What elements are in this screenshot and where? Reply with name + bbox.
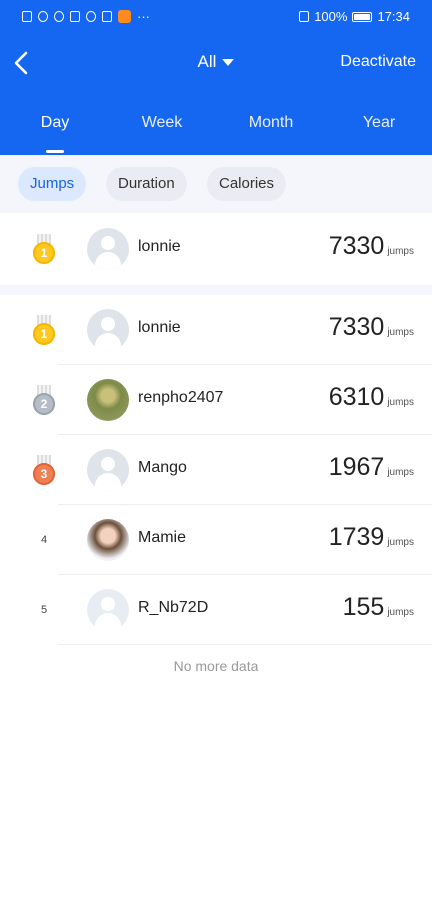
score-value: 1967 bbox=[328, 453, 385, 481]
usb-icon bbox=[70, 11, 80, 22]
rank-cell: 5 bbox=[30, 595, 58, 627]
rank-cell: 3 bbox=[30, 455, 58, 487]
avatar bbox=[87, 589, 129, 631]
link-icon bbox=[54, 11, 64, 22]
section-separator bbox=[0, 285, 432, 295]
gallery-icon bbox=[102, 11, 112, 22]
status-bar: ··· 100% 17:34 bbox=[0, 0, 432, 34]
table-row[interactable]: 3 Mango 1967 jumps bbox=[0, 435, 432, 505]
user-name: renpho2407 bbox=[138, 389, 224, 406]
score-value: 7330 bbox=[328, 232, 385, 260]
score-unit: jumps bbox=[387, 246, 414, 257]
user-name: Mamie bbox=[138, 529, 187, 546]
sim-icon bbox=[22, 11, 32, 22]
gold-medal-icon: 1 bbox=[30, 315, 58, 347]
table-row[interactable]: 1 lonnie 7330 jumps bbox=[0, 295, 432, 365]
user-name: R_Nb72D bbox=[138, 599, 209, 616]
status-left-icons: ··· bbox=[22, 9, 150, 24]
gold-medal-icon: 1 bbox=[30, 234, 58, 266]
more-notifications: ··· bbox=[137, 9, 150, 24]
play-icon bbox=[118, 10, 131, 23]
rank-cell: 1 bbox=[30, 234, 58, 266]
avatar bbox=[87, 309, 129, 351]
avatar bbox=[87, 449, 129, 491]
score-unit: jumps bbox=[387, 327, 414, 338]
top-bar: All Deactivate bbox=[0, 40, 432, 86]
tab-year[interactable]: Year bbox=[363, 114, 395, 132]
score-value: 1739 bbox=[328, 523, 385, 551]
wifi-icon bbox=[38, 11, 48, 22]
rank-number: 5 bbox=[40, 604, 48, 616]
score-unit: jumps bbox=[387, 397, 414, 408]
link2-icon bbox=[86, 11, 96, 22]
avatar bbox=[87, 519, 129, 561]
score: 7330 jumps bbox=[329, 232, 414, 261]
score-value: 6310 bbox=[328, 383, 385, 411]
battery-icon bbox=[352, 11, 373, 22]
user-name: Mango bbox=[138, 459, 187, 476]
rank-cell: 2 bbox=[30, 385, 58, 417]
score: 7330 jumps bbox=[329, 313, 414, 342]
user-name: lonnie bbox=[138, 319, 181, 336]
score-value: 7330 bbox=[328, 313, 385, 341]
tab-day[interactable]: Day bbox=[41, 114, 69, 132]
score-unit: jumps bbox=[387, 607, 414, 618]
rank-cell: 4 bbox=[30, 525, 58, 557]
bluetooth-icon bbox=[299, 11, 310, 22]
tab-month[interactable]: Month bbox=[249, 114, 293, 132]
deactivate-button[interactable]: Deactivate bbox=[340, 53, 416, 71]
app-header: ··· 100% 17:34 All Deactivate Day Week M… bbox=[0, 0, 432, 155]
rank-cell: 1 bbox=[30, 315, 58, 347]
rank-number: 4 bbox=[40, 534, 48, 546]
table-row[interactable]: 2 renpho2407 6310 jumps bbox=[0, 365, 432, 435]
score-unit: jumps bbox=[387, 467, 414, 478]
score: 1739 jumps bbox=[329, 523, 414, 552]
bronze-medal-icon: 3 bbox=[30, 455, 58, 487]
chip-jumps[interactable]: Jumps bbox=[18, 167, 87, 201]
period-tabs: Day Week Month Year bbox=[0, 100, 432, 155]
score: 155 jumps bbox=[343, 593, 414, 622]
chip-calories[interactable]: Calories bbox=[207, 167, 287, 201]
my-rank-row[interactable]: 1 lonnie 7330 jumps bbox=[0, 214, 432, 284]
group-selector-label: All bbox=[197, 52, 217, 71]
chip-duration[interactable]: Duration bbox=[106, 167, 187, 201]
score-value: 155 bbox=[342, 593, 385, 621]
status-right: 100% 17:34 bbox=[299, 9, 410, 24]
row-divider bbox=[58, 644, 432, 645]
tab-week[interactable]: Week bbox=[142, 114, 183, 132]
table-row[interactable]: 5 R_Nb72D 155 jumps bbox=[0, 575, 432, 645]
active-tab-indicator bbox=[46, 150, 64, 153]
score-unit: jumps bbox=[387, 537, 414, 548]
avatar bbox=[87, 379, 129, 421]
avatar bbox=[87, 228, 129, 270]
dropdown-caret-icon bbox=[222, 59, 235, 67]
clock: 17:34 bbox=[377, 9, 410, 24]
silver-medal-icon: 2 bbox=[30, 385, 58, 417]
score: 6310 jumps bbox=[329, 383, 414, 412]
score: 1967 jumps bbox=[329, 453, 414, 482]
battery-percent: 100% bbox=[314, 9, 348, 24]
user-name: lonnie bbox=[138, 238, 181, 255]
no-more-data: No more data bbox=[173, 658, 259, 674]
metric-filters: Jumps Duration Calories bbox=[0, 155, 432, 213]
table-row[interactable]: 4 Mamie 1739 jumps bbox=[0, 505, 432, 575]
